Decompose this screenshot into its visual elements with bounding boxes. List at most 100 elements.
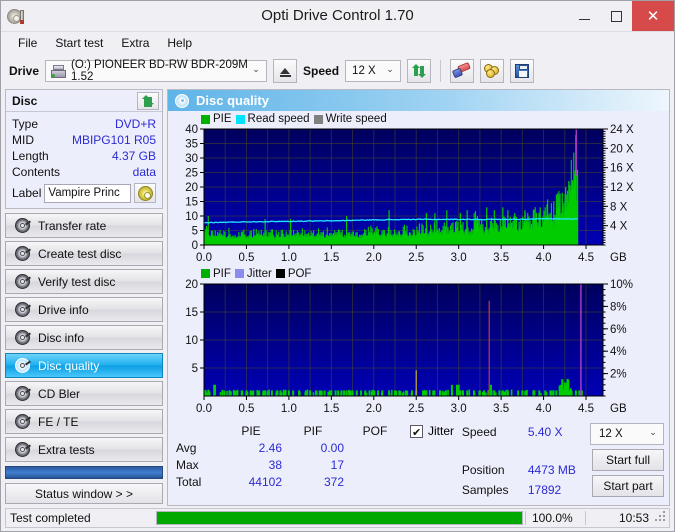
stats-max-pie: 38 <box>268 458 282 472</box>
start-full-button[interactable]: Start full <box>592 449 664 471</box>
resize-grip-icon[interactable] <box>655 511 669 525</box>
svg-text:4 X: 4 X <box>610 221 628 233</box>
disc-row-key: Length <box>12 149 49 163</box>
svg-text:6%: 6% <box>610 324 627 336</box>
main-panel: Disc quality PIE Read speed Write speed … <box>167 89 670 506</box>
test-speed-select[interactable]: 12 X ⌄ <box>590 423 664 445</box>
stats-speed-key: Speed <box>461 425 497 439</box>
sidebar-item-extra-tests[interactable]: Extra tests <box>5 437 163 462</box>
sidebar-item-transfer-rate[interactable]: Transfer rate <box>5 213 163 238</box>
sidebar-item-label: CD Bler <box>38 386 81 401</box>
stats-speed-value: 5.40 X <box>527 425 563 439</box>
sidebar-item-cd-bler[interactable]: CD Bler <box>5 381 163 406</box>
sidebar-item-disc-info[interactable]: Disc info <box>5 325 163 350</box>
svg-text:0.0: 0.0 <box>196 252 212 264</box>
menu-file[interactable]: File <box>9 34 46 52</box>
save-button[interactable] <box>510 59 535 83</box>
test-speed-value: 12 X <box>599 428 623 440</box>
svg-text:0: 0 <box>192 240 198 252</box>
svg-text:4.0: 4.0 <box>536 403 552 415</box>
refresh-button[interactable] <box>407 59 432 83</box>
disc-row-value: 4.37 GB <box>111 149 156 163</box>
jitter-toggle[interactable]: Jitter <box>410 422 454 442</box>
chevron-down-icon: ⌄ <box>386 64 394 74</box>
chevron-down-icon: ⌄ <box>649 427 657 437</box>
stats-position-row: Position 4473 MB <box>462 460 590 480</box>
sidebar-item-label: FE / TE <box>38 414 79 429</box>
disc-info-rows: Type DVD+R MID MBIPG101 R05 Length 4.37 … <box>6 112 162 208</box>
svg-text:3.5: 3.5 <box>493 252 509 264</box>
stats-avg-pif: 0.00 <box>320 441 344 455</box>
maximize-button[interactable] <box>600 1 632 31</box>
cd-icon <box>137 185 153 201</box>
svg-text:4.0: 4.0 <box>536 252 552 264</box>
pie-chart: PIE Read speed Write speed 0 5 10 15 20 25 30 3… <box>171 113 666 267</box>
svg-text:2%: 2% <box>610 369 627 381</box>
eject-icon <box>280 67 291 74</box>
disc-panel-title: Disc <box>12 93 38 108</box>
stats-table: PIE PIF POF Jitter Avg 2.46 0.00 <box>176 422 462 502</box>
stats-position-value: 4473 MB <box>527 463 576 477</box>
jitter-checkbox[interactable] <box>410 424 423 442</box>
disc-info-panel: Disc Type DVD+R MID MBIPG101 R05 Length … <box>5 89 163 209</box>
sidebar-item-label: Extra tests <box>38 442 95 457</box>
svg-text:1.5: 1.5 <box>323 403 339 415</box>
erase-button[interactable] <box>450 59 475 83</box>
minimize-button[interactable] <box>568 1 600 31</box>
disc-label-button[interactable] <box>134 183 156 203</box>
sidebar-item-label: Transfer rate <box>38 218 107 233</box>
speed-select[interactable]: 12 X ⌄ <box>345 60 402 82</box>
window-controls: ✕ <box>568 1 674 31</box>
disc-label-input[interactable]: Vampire Princ <box>44 183 131 203</box>
svg-text:12 X: 12 X <box>610 182 634 194</box>
drive-select[interactable]: (O:) PIONEER BD-RW BDR-209M 1.52 ⌄ <box>45 59 268 83</box>
sidebar-item-create-test-disc[interactable]: Create test disc <box>5 241 163 266</box>
disc-refresh-button[interactable] <box>137 91 159 110</box>
stats-row-key: Avg <box>176 441 197 455</box>
stats-max-pof <box>344 457 406 474</box>
save-disk-icon <box>515 64 530 78</box>
disc-icon <box>175 93 189 108</box>
stats-row-avg: Avg 2.46 0.00 <box>176 440 462 457</box>
stats-row-key: Total <box>176 475 202 489</box>
menu-extra[interactable]: Extra <box>112 34 158 52</box>
close-button[interactable]: ✕ <box>632 1 674 31</box>
title-bar: Opti Drive Control 1.70 ✕ <box>1 1 674 31</box>
svg-text:10%: 10% <box>610 279 633 291</box>
disc-row-key: Type <box>12 117 39 131</box>
sidebar-item-fe-te[interactable]: FE / TE <box>5 409 163 434</box>
start-part-button[interactable]: Start part <box>592 475 664 497</box>
chevron-down-icon: ⌄ <box>252 64 260 74</box>
disc-row-type: Type DVD+R <box>12 116 156 132</box>
disc-row-value: DVD+R <box>114 117 156 131</box>
svg-text:20: 20 <box>185 279 198 291</box>
disc-icon <box>15 386 32 401</box>
sidebar-item-label: Disc info <box>38 330 85 345</box>
stats-header-pif: PIF <box>303 424 323 438</box>
eject-button[interactable] <box>273 59 298 83</box>
disc-row-mid: MID MBIPG101 R05 <box>12 132 156 148</box>
sidebar-item-label: Verify test disc <box>38 274 116 289</box>
sidebar-item-disc-quality[interactable]: Disc quality <box>5 353 163 378</box>
svg-text:30: 30 <box>185 153 198 165</box>
stats-position-key: Position <box>461 463 505 477</box>
stats-total-pie: 44102 <box>248 475 282 489</box>
coins-button[interactable] <box>480 59 505 83</box>
disc-panel-header: Disc <box>6 90 162 112</box>
menu-help[interactable]: Help <box>158 34 201 52</box>
sidebar-item-drive-info[interactable]: Drive info <box>5 297 163 322</box>
status-window-button[interactable]: Status window > > <box>5 483 163 504</box>
stats-panel: PIE PIF POF Jitter Avg 2.46 0.00 <box>168 419 669 505</box>
svg-text:16 X: 16 X <box>610 163 634 175</box>
pif-chart-canvas[interactable]: 5 10 15 20 2% 4% 6% 8% 10% 0.0 0.5 1.0 1.5 2.0 2.5 3.0 3… <box>171 268 668 428</box>
svg-text:40: 40 <box>185 124 198 136</box>
sidebar-item-verify-test-disc[interactable]: Verify test disc <box>5 269 163 294</box>
menu-start-test[interactable]: Start test <box>46 34 112 52</box>
stats-header-pof: POF <box>362 424 388 438</box>
svg-text:3.0: 3.0 <box>451 403 467 415</box>
pie-chart-canvas[interactable]: 0 5 10 15 20 25 30 35 40 4 X 8 X 12 X 16 X 20 X 24 X 0.… <box>171 113 668 276</box>
disc-icon <box>15 442 32 457</box>
drive-toolbar: Drive (O:) PIONEER BD-RW BDR-209M 1.52 ⌄… <box>1 53 674 89</box>
sidebar-accent-strip <box>5 466 163 479</box>
swap-arrows-icon <box>141 94 155 107</box>
